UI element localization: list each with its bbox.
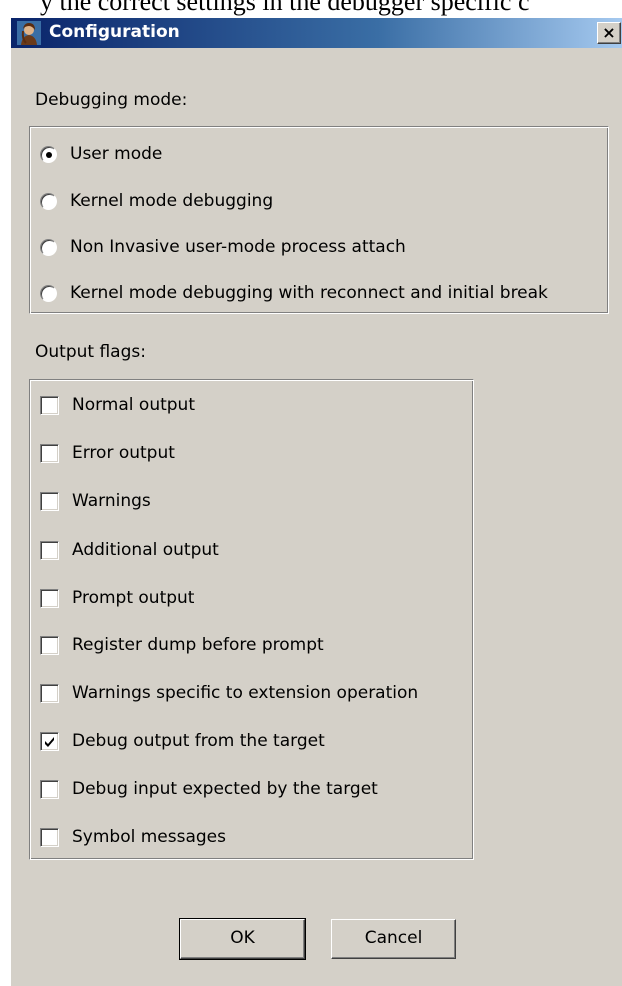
radio-button[interactable] (40, 238, 57, 256)
radio-option-non-invasive[interactable]: Non Invasive user-mode process attach (40, 234, 406, 260)
radio-label: Non Invasive user-mode process attach (70, 237, 406, 257)
checkmark-icon (45, 736, 54, 747)
checkbox[interactable] (40, 395, 59, 415)
checkbox-label: Register dump before prompt (72, 635, 324, 655)
checkbox-label: Normal output (72, 395, 195, 415)
checkbox[interactable] (40, 588, 59, 608)
checkbox[interactable] (40, 491, 59, 511)
debugging-mode-group: User mode Kernel mode debugging Non Inva… (29, 126, 609, 314)
background-page-text: y the correct settings in the debugger s… (0, 0, 622, 18)
background-page-fragment: y the correct settings in the debugger s… (40, 0, 530, 16)
checkbox-prompt-output[interactable]: Prompt output (40, 585, 194, 611)
checkbox-label: Error output (72, 443, 175, 463)
radio-button[interactable] (40, 192, 57, 210)
checkbox-label: Warnings (72, 491, 151, 511)
radio-label: User mode (70, 144, 163, 164)
radio-button[interactable] (40, 284, 57, 302)
checkbox-register-dump[interactable]: Register dump before prompt (40, 632, 324, 658)
ok-button[interactable]: OK (179, 918, 306, 960)
close-button[interactable]: × (597, 22, 621, 44)
checkbox-debug-input-target[interactable]: Debug input expected by the target (40, 776, 378, 802)
checkbox-debug-output-target[interactable]: Debug output from the target (40, 728, 325, 754)
checkbox-normal-output[interactable]: Normal output (40, 392, 195, 418)
cancel-button[interactable]: Cancel (331, 919, 456, 959)
checkbox-extension-warnings[interactable]: Warnings specific to extension operation (40, 680, 418, 706)
output-flags-label: Output flags: (35, 342, 146, 362)
checkbox[interactable] (40, 443, 59, 463)
radio-label: Kernel mode debugging with reconnect and… (70, 283, 548, 303)
radio-option-kernel-reconnect[interactable]: Kernel mode debugging with reconnect and… (40, 280, 548, 306)
checkbox-label: Debug output from the target (72, 731, 325, 751)
checkbox[interactable] (40, 731, 59, 751)
checkbox-additional-output[interactable]: Additional output (40, 537, 219, 563)
title-bar: Configuration × (11, 18, 622, 48)
close-icon: × (602, 23, 616, 42)
checkbox[interactable] (40, 540, 59, 560)
radio-option-user-mode[interactable]: User mode (40, 141, 162, 167)
checkbox-symbol-messages[interactable]: Symbol messages (40, 824, 226, 850)
app-icon (17, 21, 41, 45)
configuration-dialog: Configuration × Debugging mode: User mod… (10, 18, 622, 986)
checkbox-label: Debug input expected by the target (72, 779, 378, 799)
radio-button[interactable] (40, 145, 57, 163)
checkbox-warnings[interactable]: Warnings (40, 488, 151, 514)
output-flags-group: Normal output Error output Warnings Addi… (29, 379, 474, 860)
checkbox[interactable] (40, 827, 59, 847)
checkbox-label: Additional output (72, 540, 219, 560)
checkbox[interactable] (40, 683, 59, 703)
radio-option-kernel-mode[interactable]: Kernel mode debugging (40, 188, 273, 214)
radio-label: Kernel mode debugging (70, 191, 274, 211)
checkbox[interactable] (40, 635, 59, 655)
checkbox-label: Symbol messages (72, 827, 226, 847)
checkbox-label: Prompt output (72, 588, 195, 608)
checkbox[interactable] (40, 779, 59, 799)
checkbox-label: Warnings specific to extension operation (72, 683, 419, 703)
checkbox-error-output[interactable]: Error output (40, 440, 175, 466)
dialog-title: Configuration (49, 22, 180, 42)
debugging-mode-label: Debugging mode: (35, 90, 188, 110)
radio-selected-dot (46, 151, 52, 158)
